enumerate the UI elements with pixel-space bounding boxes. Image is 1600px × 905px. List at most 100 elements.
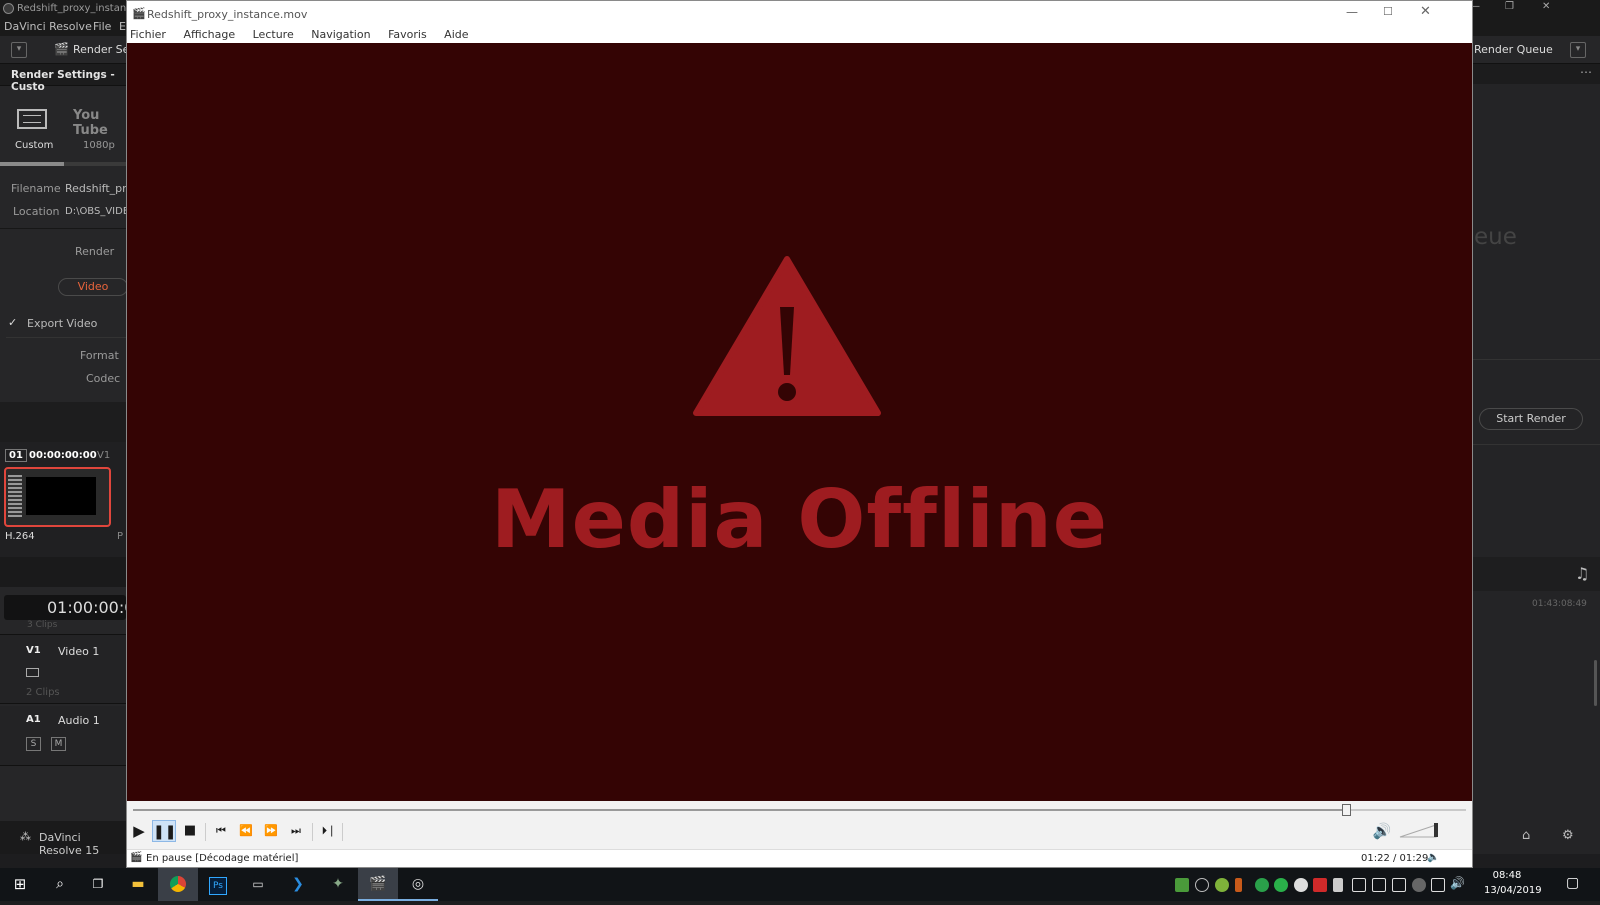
menu-edit[interactable]: E [119,20,126,33]
speaker-icon[interactable]: 🔊 [1450,876,1465,890]
solo-button[interactable]: S [26,737,41,751]
photoshop-icon[interactable]: Ps [198,868,238,901]
tray-icon-1[interactable] [1175,878,1189,892]
tray-icon-8[interactable] [1333,878,1343,892]
powershell-icon[interactable]: ❯ [278,868,318,901]
panel-toggle-button[interactable]: ▾ [11,42,27,58]
track-a1-name: Audio 1 [58,714,100,727]
playback-controls: ▶ ❚❚ ■ ⏮ ⏪ ⏩ ⏭ ⏵❘ 🔊 [127,801,1472,849]
maximize-icon[interactable]: ☐ [1383,5,1393,18]
menu-affichage[interactable]: Affichage [183,28,235,41]
nvidia-tray-icon[interactable] [1274,878,1288,892]
queue-toggle-button[interactable]: ▾ [1570,42,1586,58]
start-render-button[interactable]: Start Render [1479,408,1583,430]
tray-icon-11[interactable] [1392,878,1406,892]
menu-fichier[interactable]: Fichier [130,28,166,41]
player-menubar: Fichier Affichage Lecture Navigation Fav… [127,26,1472,43]
resolve-window-title: Redshift_proxy_instance [17,3,138,14]
search-icon[interactable]: ⌕ [40,868,80,901]
close-icon[interactable]: ✕ [1420,4,1431,19]
menu-davinci[interactable]: DaVinci Resolve [4,20,92,33]
pause-icon[interactable]: ❚❚ [152,820,176,842]
tray-icon-6[interactable] [1294,878,1308,892]
tray-icon-9[interactable] [1352,878,1366,892]
resolve-logo-small-icon: ⁂ [20,830,31,843]
minimize-icon[interactable]: — [1346,5,1358,19]
restore-icon[interactable]: ❐ [1505,1,1514,12]
frame-step-icon[interactable]: ⏵❘ [317,820,341,842]
media-player-taskbar-icon[interactable]: 🎬 [358,868,398,901]
player-app-icon: 🎬 [132,7,146,20]
rewind-icon[interactable]: ⏪ [234,820,258,842]
film-icon[interactable] [17,109,47,129]
codec-label: Codec [86,372,121,385]
resolve-taskbar-icon[interactable]: ◎ [398,868,438,901]
menu-file[interactable]: File [93,20,111,33]
menu-lecture[interactable]: Lecture [253,28,294,41]
tray-icon-4[interactable] [1235,878,1242,892]
clip-track: V1 [97,450,111,461]
playback-status: En pause [Décodage matériel] [146,853,299,864]
export-video-checkbox[interactable]: ✓ [8,317,20,329]
file-explorer-icon[interactable]: ▬ [118,868,158,901]
video-area[interactable]: Media Offline [127,43,1472,801]
preset-selected-indicator [0,162,64,166]
notifications-icon[interactable]: ▢ [1566,875,1579,891]
volume-slider[interactable] [1398,821,1440,839]
clapper-icon: 🎬 [130,852,143,863]
close-icon[interactable]: ✕ [1542,1,1550,12]
gear-icon[interactable]: ⚙ [1562,828,1574,843]
location-field[interactable]: D:\OBS_VIDE [65,206,129,217]
windows-start-icon[interactable]: ⊞ [0,868,40,901]
clip-codec: H.264 [5,531,35,542]
play-icon[interactable]: ▶ [127,820,151,842]
clock-time[interactable]: 08:48 [1484,870,1530,881]
tray-icon-12[interactable] [1412,878,1426,892]
skip-forward-icon[interactable]: ⏭ [284,820,308,842]
terminal-icon[interactable]: ▭ [238,868,278,901]
render-settings-tab[interactable]: Render Se [73,43,129,56]
music-note-icon[interactable]: ♫ [1575,564,1589,583]
preset-custom-label[interactable]: Custom [15,140,53,151]
youtube-logo[interactable]: You Tube [73,108,126,138]
home-icon[interactable]: ⌂ [1522,828,1530,843]
export-video-label: Export Video [27,317,98,330]
tray-icon-2[interactable] [1195,878,1209,892]
more-options-icon[interactable]: ⋯ [1580,65,1592,79]
menu-aide[interactable]: Aide [444,28,468,41]
clip-index: 01 [5,449,27,462]
seek-bar[interactable] [133,804,1466,816]
tray-icon-10[interactable] [1372,878,1386,892]
menu-favoris[interactable]: Favoris [388,28,427,41]
windows-taskbar: ⊞ ⌕ ❐ ▬ Ps ▭ ❯ ✦ 🎬 ◎ 🔊 08:48 13/04/2019 … [0,868,1600,901]
tray-icon-3[interactable] [1215,878,1229,892]
mute-button[interactable]: M [51,737,66,751]
chrome-icon[interactable] [158,868,198,901]
clock-date[interactable]: 13/04/2019 [1484,885,1542,896]
network-icon[interactable] [1431,878,1445,892]
volume-icon[interactable]: 🔊 [1370,820,1394,842]
seek-handle[interactable] [1342,804,1352,816]
monitor-icon[interactable] [26,668,39,677]
fast-forward-icon[interactable]: ⏩ [259,820,283,842]
timeline-scrollbar[interactable] [1594,660,1597,706]
track-v1-clips: 2 Clips [26,687,60,698]
app-icon[interactable]: ✦ [318,868,358,901]
player-titlebar: 🎬 Redshift_proxy_instance.mov — ☐ ✕ [127,1,1472,26]
playback-time: 01:22 / 01:29 [1361,853,1429,864]
track-a1-tag: A1 [26,714,41,725]
menu-navigation[interactable]: Navigation [311,28,370,41]
filename-field[interactable]: Redshift_pro [65,182,133,195]
mute-status-icon[interactable]: 🔈 [1427,852,1439,863]
clip-thumbnail[interactable] [4,467,111,527]
tray-icon-5[interactable] [1255,878,1269,892]
task-view-icon[interactable]: ❐ [78,868,118,901]
tray-icon-7[interactable] [1313,878,1327,892]
tab-video[interactable]: Video [58,278,128,296]
location-label: Location [13,205,60,218]
player-statusbar: 🎬 En pause [Décodage matériel] 01:22 / 0… [127,849,1472,867]
skip-back-icon[interactable]: ⏮ [209,820,233,842]
stop-icon[interactable]: ■ [178,820,202,842]
track-v1-name: Video 1 [58,645,100,658]
render-queue-tab[interactable]: Render Queue [1474,43,1553,56]
